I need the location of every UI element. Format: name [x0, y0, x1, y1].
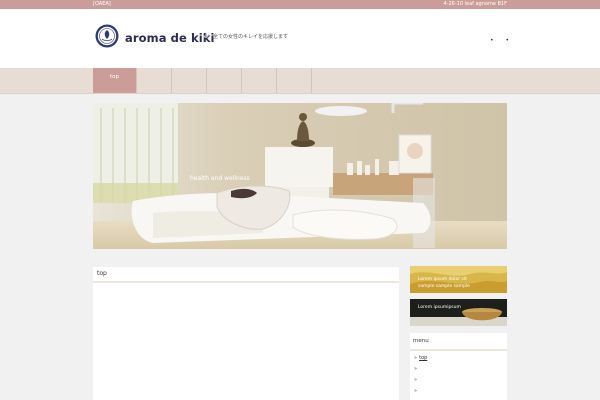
banner2-text: Lorem ipsumipsum	[418, 305, 461, 310]
nav-item-5[interactable]	[242, 68, 277, 93]
spa-room-illustration: health and wellness	[93, 103, 507, 249]
sidebar-banner-gold[interactable]: Lorem ipsum dolor sit sample sample samp…	[410, 266, 507, 293]
page-title: top	[93, 267, 399, 283]
sidebar-menu-item-3[interactable]: »	[414, 376, 419, 384]
sidebar-menu-item-top[interactable]: » top	[414, 354, 427, 362]
logo-emblem-icon[interactable]	[95, 23, 119, 49]
nav-item-4[interactable]	[207, 68, 242, 93]
main-content: top	[93, 267, 399, 400]
nav-item-3[interactable]	[172, 68, 207, 93]
sidebar-menu-title: menu	[410, 333, 507, 351]
sidebar-banner-bowl[interactable]: Lorem ipsumipsum	[410, 299, 507, 326]
banner1-line2: sample sample sample	[418, 284, 470, 289]
hero-image: health and wellness	[93, 103, 507, 249]
sidebar-menu-item-label: top	[419, 355, 428, 361]
menu-bullet-icon: »	[414, 388, 418, 394]
lotus-icon	[203, 32, 209, 38]
site-tagline: 全ての女性のキレイを応援します	[213, 34, 289, 40]
top-bar-left-text: [OAEA]	[93, 1, 111, 7]
sidebar-menu-item-2[interactable]: »	[414, 365, 419, 373]
main-nav: top	[0, 68, 600, 94]
site-header: aroma de kiki 全ての女性のキレイを応援します • •	[0, 9, 600, 68]
banner1-line1: Lorem ipsum dolor sit	[418, 277, 467, 282]
top-bar: [OAEA] 4-26-10 leaf agnome B1F	[0, 0, 600, 9]
singing-bowl-image	[410, 299, 507, 326]
menu-bullet-icon: »	[414, 377, 418, 383]
nav-item-6[interactable]	[277, 68, 312, 93]
menu-bullet-icon: »	[414, 366, 418, 372]
nav-item-top[interactable]: top	[93, 68, 137, 93]
sidebar-menu: menu » top » » »	[410, 333, 507, 400]
sidebar-menu-item-4[interactable]: »	[414, 387, 419, 395]
header-utility-dots[interactable]: • •	[490, 37, 514, 44]
menu-bullet-icon: »	[414, 355, 418, 361]
hero-caption: health and wellness	[190, 175, 250, 182]
top-bar-address: 4-26-10 leaf agnome B1F	[443, 1, 507, 7]
nav-item-2[interactable]	[136, 68, 172, 93]
